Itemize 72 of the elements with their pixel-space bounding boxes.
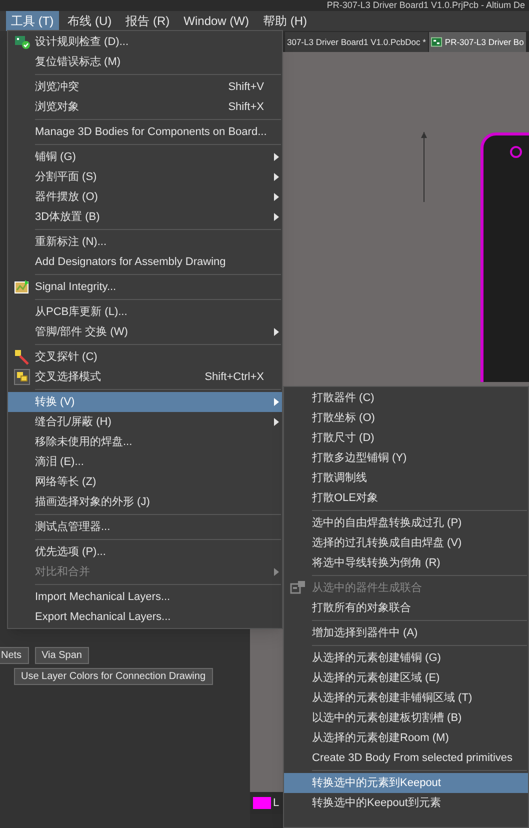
window-title: PR-307-L3 Driver Board1 V1.0.PrjPcb - Altium De xyxy=(326,0,525,11)
layer-tab[interactable]: L xyxy=(273,794,280,812)
menu-item[interactable]: 选中的自由焊盘转换成过孔 (P) xyxy=(284,513,528,533)
document-tab[interactable]: 307-L3 Driver Board1 V1.0.PcbDoc * xyxy=(285,32,428,52)
menu-item[interactable]: 报告 (R) xyxy=(120,10,175,32)
signal-chart-icon xyxy=(14,279,30,295)
submenu-arrow-icon xyxy=(274,568,278,576)
menu-item[interactable]: 打散OLE对象 xyxy=(284,488,528,508)
submenu-arrow-icon xyxy=(274,418,278,426)
menu-item[interactable]: 器件摆放 (O) xyxy=(8,187,282,207)
menu-item[interactable]: 设计规则检查 (D)... xyxy=(8,32,282,52)
menu-item[interactable]: Window (W) xyxy=(178,10,254,32)
menu-item[interactable]: 工具 (T) xyxy=(6,10,59,32)
menu-item[interactable]: Import Mechanical Layers... xyxy=(8,587,282,607)
menu-item[interactable]: 从选择的元素创建非铺铜区域 (T) xyxy=(284,688,528,708)
submenu-arrow-icon xyxy=(274,193,278,201)
menu-item[interactable]: 选择的过孔转换成自由焊盘 (V) xyxy=(284,533,528,553)
menu-item[interactable]: 从选择的元素创建Room (M) xyxy=(284,728,528,748)
menu-item[interactable]: 交叉选择模式 Shift+Ctrl+X xyxy=(8,367,282,387)
menu-item[interactable]: Export Mechanical Layers... xyxy=(8,607,282,627)
menu-item[interactable]: 打散多边型铺铜 (Y) xyxy=(284,448,528,468)
menu-item[interactable]: 铺铜 (G) xyxy=(8,147,282,167)
menu-item[interactable]: 增加选择到器件中 (A) xyxy=(284,623,528,643)
menu-item[interactable]: 打散器件 (C) xyxy=(284,388,528,408)
menu-item[interactable]: 打散调制线 xyxy=(284,468,528,488)
menu-item[interactable]: 优先选项 (P)... xyxy=(8,542,282,562)
menu-item[interactable]: 重新标注 (N)... xyxy=(8,232,282,252)
menu-item[interactable]: 交叉探针 (C) xyxy=(8,347,282,367)
menu-item[interactable]: 以选中的元素创建板切割槽 (B) xyxy=(284,708,528,728)
menu-item[interactable]: 缝合孔/屏蔽 (H) xyxy=(8,412,282,432)
menu-item[interactable]: 帮助 (H) xyxy=(258,10,312,32)
menu-item[interactable]: 从选择的元素创建区域 (E) xyxy=(284,668,528,688)
panel-button[interactable]: Via Span xyxy=(34,647,89,664)
menu-item[interactable]: 从选择的元素创建铺铜 (G) xyxy=(284,648,528,668)
submenu-arrow-icon xyxy=(274,398,278,406)
menu-item[interactable]: Add Designators for Assembly Drawing xyxy=(8,252,282,272)
union-icon xyxy=(290,580,306,596)
menu-item[interactable]: 转换选中的Keepout到元素 xyxy=(284,793,528,813)
panel-button[interactable]: Use Layer Colors for Connection Drawing xyxy=(14,668,213,685)
rule-check-icon xyxy=(14,34,30,50)
menu-item[interactable]: 打散尺寸 (D) xyxy=(284,428,528,448)
menu-item[interactable]: 布线 (U) xyxy=(62,10,117,32)
menu-item[interactable]: Signal Integrity... xyxy=(8,277,282,297)
submenu-arrow-icon xyxy=(274,173,278,181)
menu-item[interactable]: 3D体放置 (B) xyxy=(8,207,282,227)
submenu-arrow-icon xyxy=(274,153,278,161)
menu-item[interactable]: Manage 3D Bodies for Components on Board... xyxy=(8,122,282,142)
pcb-document-icon xyxy=(430,37,442,47)
menu-item[interactable]: 网络等长 (Z) xyxy=(8,472,282,492)
menu-item[interactable]: 分割平面 (S) xyxy=(8,167,282,187)
cross-select-icon xyxy=(14,369,30,385)
submenu-arrow-icon xyxy=(274,328,278,336)
menu-item[interactable]: 浏览冲突 Shift+V xyxy=(8,77,282,97)
menu-item[interactable]: 打散坐标 (O) xyxy=(284,408,528,428)
menu-item[interactable]: Create 3D Body From selected primitives xyxy=(284,748,528,768)
menu-item[interactable]: 将选中导线转换为倒角 (R) xyxy=(284,553,528,573)
menu-item[interactable]: 转换 (V) xyxy=(8,392,282,412)
menu-item[interactable]: 管脚/部件 交换 (W) xyxy=(8,322,282,342)
menu-item[interactable]: 移除未使用的焊盘... xyxy=(8,432,282,452)
menu-item[interactable]: 测试点管理器... xyxy=(8,517,282,537)
menu-item[interactable]: 转换选中的元素到Keepout xyxy=(284,773,528,793)
panel-button[interactable]: Nets xyxy=(0,647,29,664)
document-tab[interactable]: PR-307-L3 Driver Bo xyxy=(428,32,526,52)
menu-item[interactable]: 浏览对象 Shift+X xyxy=(8,97,282,117)
menu-item[interactable]: 复位错误标志 (M) xyxy=(8,52,282,72)
menu-item[interactable]: 打散所有的对象联合 xyxy=(284,598,528,618)
submenu-arrow-icon xyxy=(274,213,278,221)
menu-item[interactable]: 描画选择对象的外形 (J) xyxy=(8,492,282,512)
dimension-line-drawing xyxy=(420,132,428,202)
probe-icon xyxy=(14,349,30,365)
menu-item[interactable]: 滴泪 (E)... xyxy=(8,452,282,472)
menu-item[interactable]: 从PCB库更新 (L)... xyxy=(8,302,282,322)
